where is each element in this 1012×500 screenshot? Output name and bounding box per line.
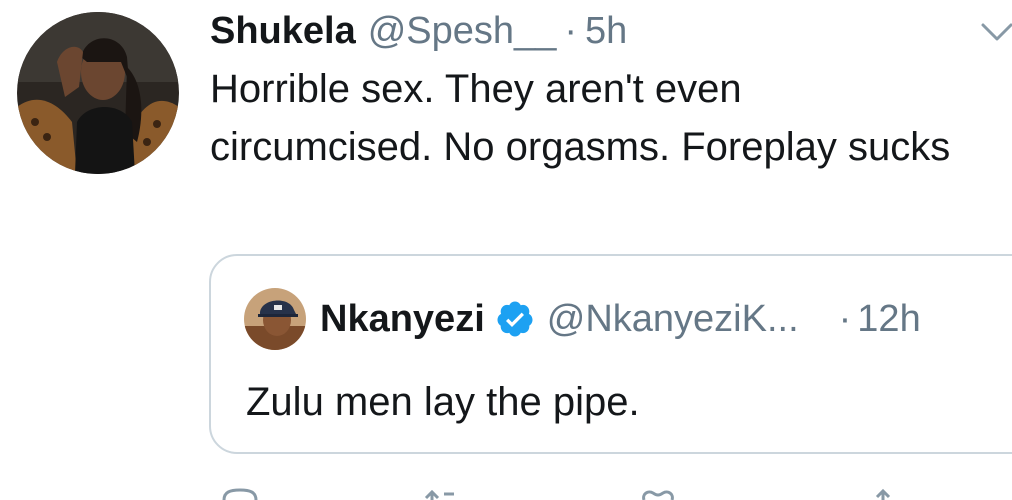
heart-icon[interactable] [638, 488, 678, 500]
quoted-tweet-timestamp[interactable]: 12h [857, 298, 920, 341]
author-handle[interactable]: @Spesh__ [368, 10, 557, 53]
separator-dot: · [564, 9, 577, 52]
avatar-image [17, 12, 179, 174]
tweet-header: Shukela @Spesh__ · 5h [210, 8, 627, 54]
tweet-timestamp[interactable]: 5h [585, 10, 627, 53]
quoted-author-avatar[interactable] [244, 288, 306, 350]
retweet-icon[interactable] [420, 488, 460, 500]
verified-badge-icon [497, 301, 533, 337]
quoted-author-handle[interactable]: @NkanyeziK... [547, 298, 799, 341]
reply-icon[interactable] [220, 488, 260, 500]
share-icon[interactable] [868, 488, 898, 500]
separator-dot: · [838, 297, 852, 340]
avatar-image [244, 288, 306, 350]
quoted-author-name[interactable]: Nkanyezi [320, 298, 485, 341]
chevron-down-icon[interactable] [980, 20, 1012, 44]
tweet-text: Horrible sex. They aren't even circumcis… [210, 67, 951, 169]
tweet-actions-bar [0, 488, 1012, 500]
author-avatar[interactable] [17, 12, 179, 174]
quoted-tweet-text: Zulu men lay the pipe. [246, 380, 640, 424]
quoted-tweet-header: Nkanyezi @NkanyeziK... · 12h [320, 294, 921, 344]
author-name[interactable]: Shukela [210, 10, 356, 53]
